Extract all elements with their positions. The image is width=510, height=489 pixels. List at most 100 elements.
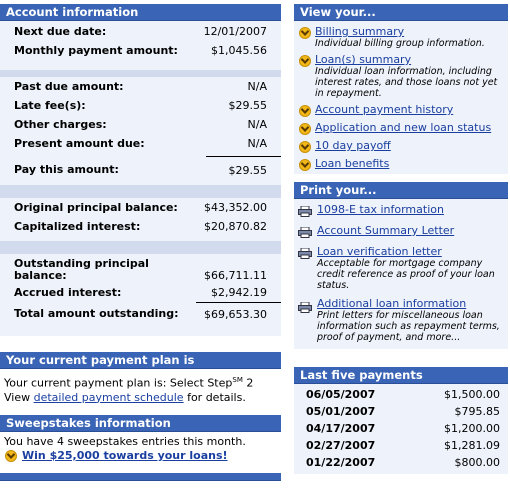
- loan-verification-letter-link[interactable]: Loan verification letter: [317, 245, 442, 258]
- application-status-link[interactable]: Application and new loan status: [315, 121, 491, 134]
- present-amount-due-label: Present amount due:: [14, 137, 145, 150]
- printer-icon: [298, 206, 312, 217]
- view-your-header: View your...: [294, 4, 508, 21]
- late-fees-value: $29.55: [228, 99, 268, 112]
- payment-amount: $795.85: [454, 405, 501, 418]
- next-due-date-value: 12/01/2007: [203, 25, 267, 38]
- detailed-payment-schedule-link[interactable]: detailed payment schedule: [34, 391, 184, 404]
- capitalized-interest-label: Capitalized interest:: [14, 220, 141, 233]
- outstanding-principal-value: $66,711.11: [204, 269, 267, 282]
- capitalized-interest-value: $20,870.82: [204, 220, 267, 233]
- table-row: 02/27/2007 $1,281.09: [294, 437, 508, 454]
- payment-date: 04/17/2007: [306, 422, 376, 435]
- win-25000-link[interactable]: Win $25,000 towards your loans!: [22, 449, 228, 462]
- monthly-payment-label: Monthly payment amount:: [14, 44, 178, 57]
- loan-verification-desc: Acceptable for mortgage company credit r…: [317, 258, 495, 291]
- next-due-date-label: Next due date:: [14, 25, 107, 38]
- view-item-billing-summary[interactable]: Billing summary Individual billing group…: [294, 25, 508, 49]
- additional-loan-info-desc: Print letters for miscellaneous loan inf…: [317, 310, 500, 343]
- arrow-bullet-icon: [299, 159, 311, 171]
- print-item-summary-letter[interactable]: Account Summary Letter: [294, 224, 508, 238]
- arrow-bullet-icon: [299, 55, 311, 67]
- pay-this-amount-label: Pay this amount:: [14, 163, 119, 176]
- table-row: 04/17/2007 $1,200.00: [294, 420, 508, 437]
- payment-amount: $1,200.00: [444, 422, 500, 435]
- account-information-header: Account information: [0, 4, 281, 21]
- arrow-bullet-icon: [299, 141, 311, 153]
- total-outstanding-label: Total amount outstanding:: [14, 307, 179, 320]
- printer-icon: [298, 227, 312, 238]
- payment-amount: $1,500.00: [444, 388, 500, 401]
- printer-icon: [298, 248, 312, 259]
- billing-summary-link[interactable]: Billing summary: [315, 25, 404, 38]
- account-payment-history-link[interactable]: Account payment history: [315, 103, 453, 116]
- section-divider: [0, 70, 281, 77]
- past-due-value: N/A: [247, 80, 267, 93]
- payment-plan-body: Your current payment plan is: Select Ste…: [0, 369, 281, 411]
- outstanding-principal-label: Outstanding principal balance:: [14, 257, 149, 282]
- print-your-panel: 1098-E tax information Account Summary L…: [294, 199, 508, 349]
- principal-panel: Original principal balance: $43,352.00 Ca…: [0, 198, 281, 241]
- loan-summary-link[interactable]: Loan(s) summary: [315, 53, 411, 66]
- loan-summary-desc: Individual loan information, including i…: [315, 66, 498, 99]
- monthly-payment-value: $1,045.56: [211, 44, 267, 57]
- billing-summary-desc: Individual billing group information.: [315, 38, 485, 49]
- section-divider: [0, 185, 281, 198]
- view-item-loan-summary[interactable]: Loan(s) summary Individual loan informat…: [294, 53, 508, 99]
- total-outstanding-value: $69,653.30: [204, 307, 267, 321]
- arrow-bullet-icon: [299, 27, 311, 39]
- next-section-header: [0, 473, 281, 481]
- view-item-10-day-payoff[interactable]: 10 day payoff: [294, 139, 508, 153]
- account-summary-letter-link[interactable]: Account Summary Letter: [317, 224, 454, 237]
- other-charges-label: Other charges:: [14, 118, 107, 131]
- 10-day-payoff-link[interactable]: 10 day payoff: [315, 139, 391, 152]
- view-item-payment-history[interactable]: Account payment history: [294, 103, 508, 117]
- sweepstakes-body: You have 4 sweepstakes entries this mont…: [0, 432, 281, 463]
- 1098e-tax-link[interactable]: 1098-E tax information: [317, 203, 444, 216]
- payment-date: 02/27/2007: [306, 439, 376, 452]
- arrow-bullet-icon: [5, 450, 17, 462]
- table-row: 01/22/2007 $800.00: [294, 454, 508, 471]
- arrow-bullet-icon: [299, 123, 311, 135]
- sweepstakes-header: Sweepstakes information: [0, 415, 281, 432]
- accrued-interest-value: $2,942.19: [196, 282, 281, 303]
- view-your-panel: Billing summary Individual billing group…: [294, 21, 508, 174]
- amount-due-panel: Past due amount: N/A Late fee(s): $29.55 O…: [0, 77, 281, 185]
- arrow-bullet-icon: [299, 105, 311, 117]
- payment-schedule-line: View detailed payment schedule for detai…: [4, 390, 246, 404]
- loan-benefits-link[interactable]: Loan benefits: [315, 157, 389, 170]
- original-principal-value: $43,352.00: [204, 201, 267, 214]
- print-item-verification-letter[interactable]: Loan verification letter Acceptable for …: [294, 245, 508, 291]
- print-item-1098e[interactable]: 1098-E tax information: [294, 203, 508, 217]
- past-due-label: Past due amount:: [14, 80, 124, 93]
- payment-amount: $800.00: [454, 456, 501, 469]
- payment-amount: $1,281.09: [444, 439, 500, 452]
- pay-this-amount-value: $29.55: [228, 163, 268, 177]
- table-row: 06/05/2007 $1,500.00: [294, 386, 508, 403]
- print-your-header: Print your...: [294, 182, 508, 199]
- other-charges-value: N/A: [247, 118, 267, 131]
- payments-table: 06/05/2007 $1,500.00 05/01/2007 $795.85 04…: [294, 386, 508, 471]
- additional-loan-info-link[interactable]: Additional loan information: [317, 297, 466, 310]
- last-five-payments-header: Last five payments: [294, 367, 508, 384]
- payment-plan-text: Your current payment plan is: Select Ste…: [4, 376, 254, 390]
- payment-plan-header: Your current payment plan is: [0, 352, 281, 369]
- due-panel: Next due date: 12/01/2007 Monthly payment…: [0, 21, 281, 70]
- payments-panel: 06/05/2007 $1,500.00 05/01/2007 $795.85 04…: [294, 384, 508, 474]
- payment-date: 06/05/2007: [306, 388, 376, 401]
- section-divider: [0, 241, 281, 254]
- view-item-application-status[interactable]: Application and new loan status: [294, 121, 508, 135]
- original-principal-label: Original principal balance:: [14, 201, 178, 214]
- left-column: Account information Next due date: 12/01/…: [0, 0, 281, 481]
- late-fees-label: Late fee(s):: [14, 99, 86, 112]
- sweepstakes-text: You have 4 sweepstakes entries this mont…: [4, 435, 246, 448]
- accrued-interest-label: Accrued interest:: [14, 286, 122, 299]
- right-column: View your... Billing summary Individual …: [294, 0, 508, 474]
- print-item-additional-info[interactable]: Additional loan information Print letter…: [294, 297, 508, 343]
- outstanding-panel: Outstanding principal balance: $66,711.11…: [0, 254, 281, 336]
- present-amount-due-value: N/A: [206, 137, 281, 157]
- payment-date: 01/22/2007: [306, 456, 376, 469]
- sweepstakes-item: Win $25,000 towards your loans!: [4, 449, 277, 463]
- view-item-loan-benefits[interactable]: Loan benefits: [294, 157, 508, 171]
- printer-icon: [298, 302, 312, 313]
